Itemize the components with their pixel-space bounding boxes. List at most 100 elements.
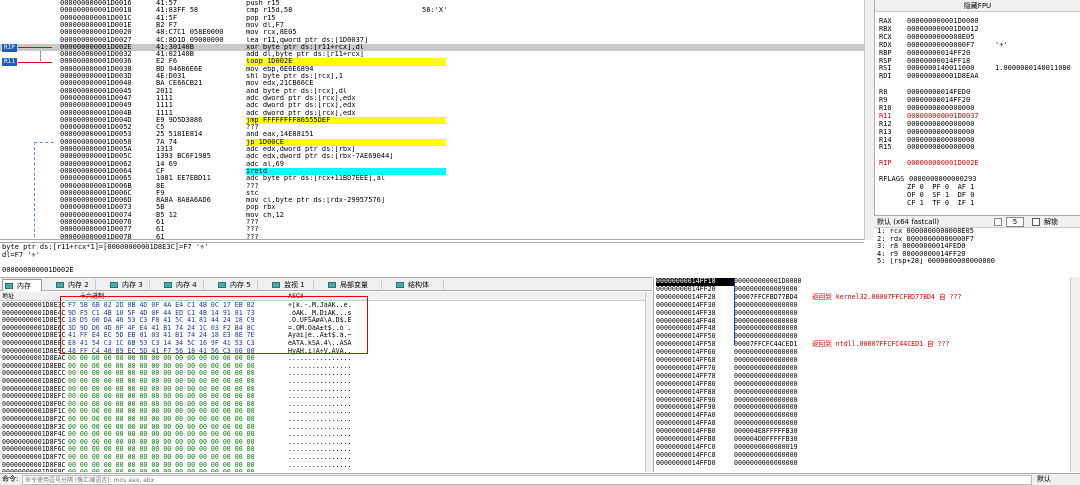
- disasm-row[interactable]: 000000000001D006C F9 stc: [0, 190, 864, 197]
- disasm-instruction: lea r11,qword ptr ds:[1D0037]: [246, 36, 369, 44]
- register-extra: 1.0000000140011000: [995, 64, 1071, 73]
- dump-row[interactable]: 00000000001D8EBC 00 00 00 00 00 00 00 00 …: [0, 363, 645, 371]
- dump-address: 00000000001D8F4C: [2, 431, 66, 439]
- hide-fpu-button[interactable]: 隐藏FPU: [875, 0, 1080, 12]
- disasm-row[interactable]: 000000000001D006D 8A8A 8A8A6AD6 mov cl,byt…: [0, 197, 864, 204]
- disasm-row[interactable]: 000000000001D004B 1111 adc dword ptr ds:[r…: [0, 110, 864, 117]
- disasm-row[interactable]: 000000000001D0027 4C:8D1D 09000000 lea r11…: [0, 37, 864, 44]
- dump-address: 00000000001D8E3C: [2, 302, 66, 309]
- disasm-row[interactable]: 000000000001D0076 61???: [0, 219, 864, 226]
- disasm-row[interactable]: 000000000001D0078 61???: [0, 234, 864, 239]
- dump-ascii: ................: [288, 416, 352, 423]
- dump-row[interactable]: 00000000001D8ECC 00 00 00 00 00 00 00 00 …: [0, 370, 645, 378]
- dump-row[interactable]: 00000000001D8F8C 00 00 00 00 00 00 00 00 …: [0, 462, 645, 470]
- disasm-address: 000000000001D006D: [60, 197, 132, 205]
- disasm-row[interactable]: 000000000001D0058 7A 74 jp 1D00CE: [0, 138, 864, 146]
- command-input[interactable]: [22, 475, 1032, 485]
- disasm-row[interactable]: 000000000001D005C 1393 BC6F1985 adc edx,dw…: [0, 153, 864, 160]
- disasm-row[interactable]: 000000000001D0040 BA CE66CB21 mov edx,21CB…: [0, 80, 864, 87]
- tab-memory-1[interactable]: 内存 1: [2, 279, 42, 302]
- disassembly-scrollbar[interactable]: [864, 0, 874, 240]
- disassembly-panel[interactable]: 000000000001D0016 41:57 push r15 0000000000…: [0, 0, 864, 240]
- stack-value: 0000000000000000: [734, 458, 798, 467]
- disasm-row[interactable]: 000000000001D0018 41:83FF 58 cmp r15d,58 58…: [0, 7, 864, 14]
- dump-row[interactable]: 00000000001D8F1C 00 00 00 00 00 00 00 00 …: [0, 408, 645, 416]
- disasm-row[interactable]: 000000000001D0052 C5???: [0, 124, 864, 131]
- arg-count-spinner[interactable]: 5: [1006, 217, 1024, 227]
- disasm-row[interactable]: 000000000001D006B 8E???: [0, 183, 864, 190]
- disasm-address: 000000000001D0020: [60, 29, 132, 37]
- disasm-row[interactable]: 000000000001D0049 1111 adc dword ptr ds:[r…: [0, 102, 864, 109]
- disasm-address: 000000000001D0027: [60, 36, 132, 44]
- dump-row[interactable]: 00000000001D8F0C 00 00 00 00 00 00 00 00 …: [0, 401, 645, 409]
- tab-memory-5[interactable]: 内存 5: [216, 279, 258, 291]
- disasm-row[interactable]: 000000000001D0073 5B pop rbx: [0, 204, 864, 211]
- default-dropdown[interactable]: 默认: [1037, 474, 1051, 485]
- disasm-instruction: mov edx,21CB66CE: [246, 80, 314, 88]
- unlock-checkbox[interactable]: [1032, 218, 1040, 226]
- disasm-row[interactable]: 000000000001D001E B2 F7 mov dl,F7: [0, 22, 864, 29]
- register-row[interactable]: CF 1 TF 0 IF 1: [879, 199, 995, 207]
- disasm-row[interactable]: 000000000001D0016 41:57 push r15: [0, 0, 864, 7]
- disasm-instruction: adc byte ptr ds:[rcx+11BD7EEE],al: [246, 175, 386, 183]
- dump-hex: 00 00 00 00 00 00 00 00 00 00 00 00 00 0…: [68, 416, 255, 423]
- dump-scrollbar[interactable]: [645, 292, 653, 472]
- stack-row[interactable]: 00000000014FFD0 0000000000000000: [656, 458, 806, 468]
- arguments-panel: 1: rcx 0000000000008E05 2: rdx 0000000000…: [874, 227, 1080, 273]
- disasm-row[interactable]: 000000000001D002E 41:30140B xor byte ptr d…: [0, 43, 864, 52]
- disasm-bytes: BA CE66CB21: [156, 80, 203, 88]
- tab-struct[interactable]: 结构体: [394, 279, 444, 291]
- watch-icon: [272, 282, 280, 288]
- disasm-row[interactable]: 000000000001D0064 CF iretd: [0, 167, 864, 176]
- disasm-row[interactable]: 000000000001D0077 61???: [0, 226, 864, 233]
- disasm-address: 000000000001D0016: [60, 0, 132, 7]
- dump-row[interactable]: 00000000001D8EAC 00 00 00 00 00 00 00 00 …: [0, 355, 645, 363]
- dump-row[interactable]: 00000000001D8F4C 00 00 00 00 00 00 00 00 …: [0, 431, 645, 439]
- dump-row[interactable]: 00000000001D8F9C00 00 00 00 00 00 00 00 …: [0, 469, 645, 472]
- dump-row[interactable]: 00000000001D8EFC 00 00 00 00 00 00 00 00 …: [0, 393, 645, 401]
- disasm-instruction: adc dword ptr ds:[rcx],edx: [246, 102, 356, 110]
- disasm-bytes: F9: [156, 189, 165, 197]
- disasm-address: 000000000001D002E: [60, 43, 132, 51]
- dump-row[interactable]: 00000000001D8EDC 00 00 00 00 00 00 00 00 …: [0, 378, 645, 386]
- disasm-row[interactable]: 000000000001D0062 14 69 adc al,69: [0, 161, 864, 168]
- tab-label: 内存 4: [176, 281, 197, 289]
- dump-ascii: ................: [288, 378, 352, 385]
- disasm-row[interactable]: 000000000001D0032 41:02140B add dl,byte pt…: [0, 51, 864, 58]
- disasm-row[interactable]: 000000000001D0045 2011 and byte ptr ds:[rc…: [0, 88, 864, 95]
- tab-locals[interactable]: 局部变量: [326, 279, 382, 291]
- tab-memory-4[interactable]: 内存 4: [162, 279, 204, 291]
- dump-row[interactable]: 00000000001D8F3C 00 00 00 00 00 00 00 00 …: [0, 424, 645, 432]
- disasm-row[interactable]: 000000000001D003D 4E:D031 shl byte ptr ds:…: [0, 73, 864, 80]
- tab-memory-3[interactable]: 内存 3: [108, 279, 150, 291]
- disasm-instruction: iretd: [246, 167, 446, 176]
- tab-memory-2[interactable]: 内存 2: [54, 279, 96, 291]
- dump-row[interactable]: 00000000001D8F5C 00 00 00 00 00 00 00 00 …: [0, 439, 645, 447]
- disasm-row[interactable]: 000000000001D0047 1111 adc dword ptr ds:[r…: [0, 95, 864, 102]
- memory-icon: [5, 283, 13, 289]
- stack-scrollbar[interactable]: [1070, 277, 1080, 472]
- stack-panel[interactable]: 00000000014FF18 000000000001D0000 00000000…: [653, 277, 1070, 472]
- disasm-row[interactable]: 000000000001D005A 1313 adc edx,dword ptr d…: [0, 146, 864, 153]
- calling-convention-select[interactable]: 默认 (x64 fastcall): [877, 218, 939, 226]
- disasm-row[interactable]: 000000000001D0038 BD 94686E6E mov ebp,6E6E…: [0, 66, 864, 73]
- chevron-down-icon[interactable]: [994, 218, 1002, 226]
- disasm-row[interactable]: 000000000001D004D E9 9D5D3886 jmp FFFFFFFF…: [0, 116, 864, 125]
- disasm-row[interactable]: 000000000001D0074 B5 12 mov ch,12: [0, 212, 864, 219]
- dump-ascii: ................: [288, 438, 352, 446]
- disasm-address: 000000000001D0077: [60, 226, 132, 234]
- disasm-row[interactable]: 000000000001D0020 48:C7C1 058E0000 mov rcx…: [0, 29, 864, 36]
- dump-row[interactable]: 00000000001D8F2C 00 00 00 00 00 00 00 00 …: [0, 416, 645, 424]
- disasm-row[interactable]: 000000000001D0036 E2 F6 loop 1D002E: [0, 58, 864, 66]
- dump-row[interactable]: 00000000001D8EEC 00 00 00 00 00 00 00 00 …: [0, 386, 645, 394]
- disasm-instruction: mov ebp,6E6E6894: [246, 65, 314, 73]
- disasm-row[interactable]: 000000000001D0065 1081 EE7EBD11 adc byte p…: [0, 175, 864, 182]
- disasm-bytes: 48:C7C1 058E0000: [156, 29, 224, 37]
- dump-row[interactable]: 00000000001D8F7C 00 00 00 00 00 00 00 00 …: [0, 454, 645, 462]
- disasm-row[interactable]: 000000000001D001C 41:5F pop r15: [0, 15, 864, 22]
- disasm-comment: 58:'X': [422, 7, 448, 15]
- dump-address: 00000000001D8ECC: [2, 370, 66, 378]
- dump-row[interactable]: 00000000001D8F6C 00 00 00 00 00 00 00 00 …: [0, 446, 645, 454]
- tab-watch-1[interactable]: 监视 1: [270, 279, 314, 291]
- disasm-row[interactable]: 000000000001D0053 25 5181E814 and eax,14E8…: [0, 131, 864, 138]
